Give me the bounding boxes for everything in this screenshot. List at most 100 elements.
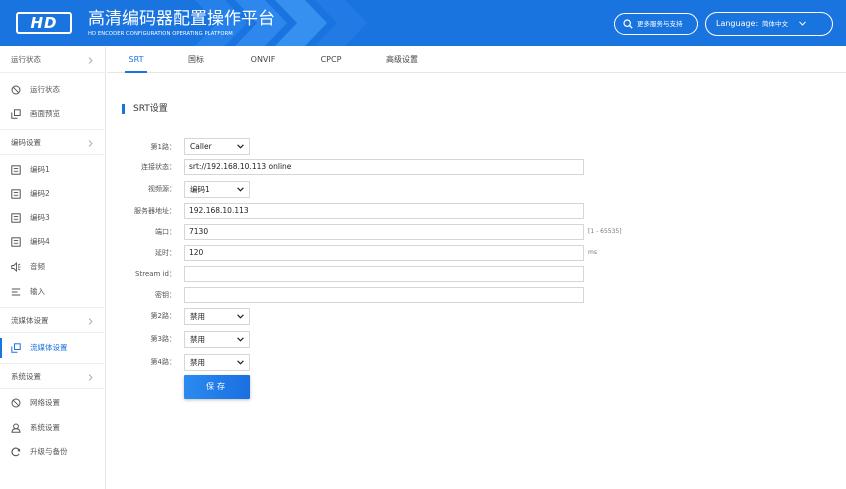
section-title: SRT设置 xyxy=(122,102,168,116)
app-title: 高清编码器配置操作平台 xyxy=(88,9,275,29)
logo-text: HD xyxy=(30,14,58,32)
list-icon xyxy=(11,237,21,247)
sidebar-group-label: 系统设置 xyxy=(11,372,41,381)
sidebar-item-encode3[interactable]: 编码3 xyxy=(0,208,106,228)
mode2-label: 第2路： xyxy=(150,312,176,320)
support-label: 更多服务与支持 xyxy=(637,20,683,28)
latency-label: 延时： xyxy=(155,249,176,257)
source-select[interactable]: 编码1 xyxy=(184,181,250,198)
sidebar-item-system[interactable]: 系统设置 xyxy=(0,418,106,438)
tab-cpcp[interactable]: CPCP xyxy=(317,47,345,73)
clock-icon xyxy=(11,398,21,408)
chevron-down-icon xyxy=(237,360,244,365)
app-subtitle: HD ENCODER CONFIGURATION OPERATING PLATF… xyxy=(88,31,233,37)
tab-onvif[interactable]: ONVIF xyxy=(247,47,279,73)
input-icon xyxy=(11,288,21,296)
sidebar-group-system[interactable]: 系统设置 xyxy=(0,363,106,389)
mode2-value: 禁用 xyxy=(190,312,205,321)
chevron-down-icon xyxy=(237,187,244,192)
chevron-down-icon xyxy=(237,337,244,342)
sidebar-item-encode1[interactable]: 编码1 xyxy=(0,160,106,180)
sidebar-item-label: 运行状态 xyxy=(30,85,60,94)
sidebar-group-status[interactable]: 运行状态 xyxy=(0,47,106,73)
chevron-right-icon xyxy=(88,140,93,147)
port-hint: [1 - 65535] xyxy=(588,228,622,235)
mode2-select[interactable]: 禁用 xyxy=(184,308,250,325)
sidebar-item-label: 网络设置 xyxy=(30,398,60,407)
sidebar-group-streaming[interactable]: 流媒体设置 xyxy=(0,307,106,333)
sidebar-item-label: 输入 xyxy=(30,287,45,296)
mode4-select[interactable]: 禁用 xyxy=(184,354,250,371)
sidebar-group-label: 编码设置 xyxy=(11,138,41,147)
mode1-select[interactable]: Caller xyxy=(184,138,250,155)
sidebar-item-label: 编码3 xyxy=(30,213,50,222)
list-icon xyxy=(11,165,21,175)
chevron-down-icon xyxy=(237,314,244,319)
list-icon xyxy=(11,213,21,223)
mode3-value: 禁用 xyxy=(190,335,205,344)
sidebar-item-preview[interactable]: 画面预览 xyxy=(0,104,106,124)
chevron-right-icon xyxy=(88,374,93,381)
tab-gb[interactable]: 国标 xyxy=(185,47,207,73)
copy-icon xyxy=(11,343,21,353)
port-label: 端口： xyxy=(155,228,176,236)
source-label: 视频源： xyxy=(148,185,176,193)
tab-advanced[interactable]: 高级设置 xyxy=(384,47,420,73)
clock-icon xyxy=(11,85,21,95)
sidebar-item-label: 升级与备份 xyxy=(30,447,68,456)
save-button[interactable]: 保存 xyxy=(184,375,250,399)
refresh-icon xyxy=(11,447,21,457)
language-select[interactable]: Language: 简体中文 xyxy=(705,12,833,36)
password-label: 密钥： xyxy=(155,291,176,299)
stream-id-label: Stream id： xyxy=(135,270,176,278)
status-field[interactable]: srt://192.168.10.113 online xyxy=(184,159,584,175)
sidebar-item-label: 编码1 xyxy=(30,165,50,174)
sidebar-item-upgrade[interactable]: 升级与备份 xyxy=(0,442,106,462)
chevron-down-icon xyxy=(799,21,806,26)
sidebar-item-streaming[interactable]: 流媒体设置 xyxy=(0,338,106,358)
speaker-icon xyxy=(11,262,21,272)
sidebar-item-encode4[interactable]: 编码4 xyxy=(0,232,106,252)
mode4-value: 禁用 xyxy=(190,358,205,367)
tab-srt[interactable]: SRT xyxy=(125,47,147,73)
sidebar-item-run-status[interactable]: 运行状态 xyxy=(0,80,106,100)
server-label: 服务器地址： xyxy=(134,207,176,215)
sidebar-group-encode[interactable]: 编码设置 xyxy=(0,129,106,155)
sidebar-item-encode2[interactable]: 编码2 xyxy=(0,184,106,204)
port-input[interactable]: 7130 xyxy=(184,224,584,240)
brand-logo: HD xyxy=(16,12,72,34)
sidebar-item-audio[interactable]: 音频 xyxy=(0,257,106,277)
tab-bar: SRT 国标 ONVIF CPCP 高级设置 xyxy=(107,47,846,73)
sidebar: 运行状态 运行状态 画面预览 编码设置 编码1 编码2 编码3 编码4 音频 输… xyxy=(0,47,106,489)
sidebar-item-network[interactable]: 网络设置 xyxy=(0,393,106,413)
copy-icon xyxy=(11,109,21,119)
sidebar-item-input[interactable]: 输入 xyxy=(0,282,106,302)
sidebar-item-label: 画面预览 xyxy=(30,109,60,118)
chevron-right-icon xyxy=(88,57,93,64)
source-value: 编码1 xyxy=(190,185,210,194)
password-input[interactable] xyxy=(184,287,584,303)
stream-id-input[interactable] xyxy=(184,266,584,282)
support-button[interactable]: 更多服务与支持 xyxy=(614,13,698,35)
latency-unit: ms xyxy=(588,249,597,256)
sidebar-item-label: 编码2 xyxy=(30,189,50,198)
search-icon xyxy=(623,19,633,29)
sidebar-item-label: 编码4 xyxy=(30,237,50,246)
sidebar-item-label: 音频 xyxy=(30,262,45,271)
sidebar-group-label: 运行状态 xyxy=(11,55,41,64)
server-input[interactable]: 192.168.10.113 xyxy=(184,203,584,219)
top-header: HD 高清编码器配置操作平台 HD ENCODER CONFIGURATION … xyxy=(0,0,846,46)
latency-input[interactable]: 120 xyxy=(184,245,584,261)
status-label: 连接状态： xyxy=(141,163,176,171)
mode1-label: 第1路： xyxy=(150,143,176,151)
sidebar-item-label: 系统设置 xyxy=(30,423,60,432)
mode3-select[interactable]: 禁用 xyxy=(184,331,250,348)
language-label: Language: xyxy=(716,19,759,28)
chevron-down-icon xyxy=(237,144,244,149)
sidebar-item-label: 流媒体设置 xyxy=(30,343,68,352)
user-icon xyxy=(11,423,21,433)
chevron-right-icon xyxy=(88,318,93,325)
mode1-value: Caller xyxy=(190,142,212,151)
mode4-label: 第4路： xyxy=(150,358,176,366)
mode3-label: 第3路： xyxy=(150,335,176,343)
